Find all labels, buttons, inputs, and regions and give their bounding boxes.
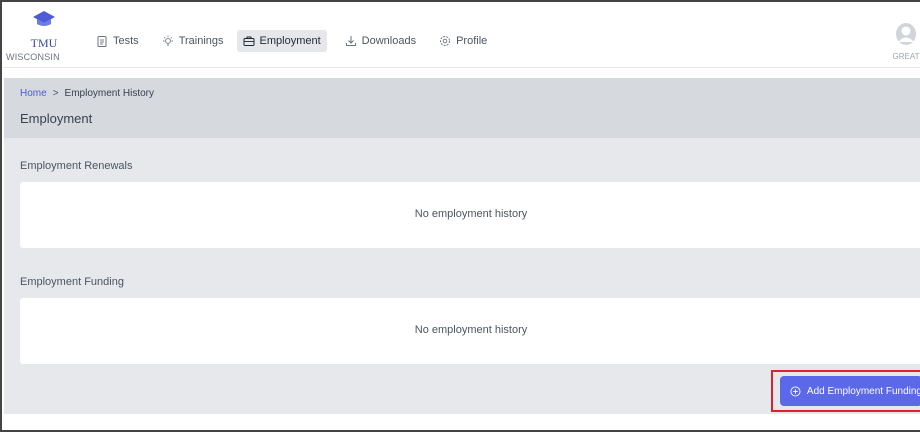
section-title-renewals: Employment Renewals [20, 160, 133, 172]
page-title: Employment [20, 111, 93, 126]
plus-circle-icon [790, 385, 801, 397]
breadcrumb-separator: > [52, 88, 59, 99]
page-header: Home > Employment History Employment [4, 78, 920, 138]
bulb-icon [162, 35, 173, 46]
brand-subtitle: WISCONSIN [6, 52, 60, 62]
add-employment-funding-label: Add Employment Funding [806, 385, 920, 397]
nav-label-tests: Tests [113, 35, 139, 47]
user-name: GREAT [892, 52, 920, 61]
nav-label-profile: Profile [456, 35, 488, 47]
renewals-empty-text: No employment history [414, 208, 528, 220]
top-navbar: TMU WISCONSIN Tests Trainings Employment… [2, 2, 920, 68]
nav-item-tests[interactable]: Tests [90, 30, 145, 52]
gear-icon [440, 36, 451, 46]
avatar-icon [896, 23, 916, 45]
brand-logo[interactable]: TMU [14, 10, 74, 50]
download-icon [345, 36, 356, 46]
breadcrumb: Home > Employment History [20, 88, 154, 99]
breadcrumb-home-link[interactable]: Home [20, 88, 47, 99]
user-menu[interactable]: GREAT [890, 22, 920, 61]
add-employment-funding-button[interactable]: Add Employment Funding [780, 376, 920, 406]
funding-empty-text: No employment history [414, 324, 528, 336]
brand-name: TMU [30, 36, 58, 50]
briefcase-icon [243, 36, 255, 46]
breadcrumb-current: Employment History [64, 88, 154, 99]
renewals-card: No employment history [20, 182, 920, 248]
nav-item-downloads[interactable]: Downloads [339, 30, 422, 52]
app-window: TMU WISCONSIN Tests Trainings Employment… [0, 0, 920, 432]
nav-label-employment: Employment [259, 35, 321, 47]
nav-label-downloads: Downloads [361, 35, 417, 47]
section-title-funding: Employment Funding [20, 276, 124, 288]
nav-item-employment[interactable]: Employment [236, 30, 327, 52]
nav-label-trainings: Trainings [178, 35, 224, 47]
nav-item-profile[interactable]: Profile [433, 30, 493, 52]
clipboard-icon [97, 36, 107, 47]
graduation-cap-icon [33, 11, 55, 26]
nav-item-trainings[interactable]: Trainings [156, 30, 230, 52]
funding-card: No employment history [20, 298, 920, 364]
main-nav: Tests Trainings Employment Downloads Pro… [90, 30, 504, 52]
